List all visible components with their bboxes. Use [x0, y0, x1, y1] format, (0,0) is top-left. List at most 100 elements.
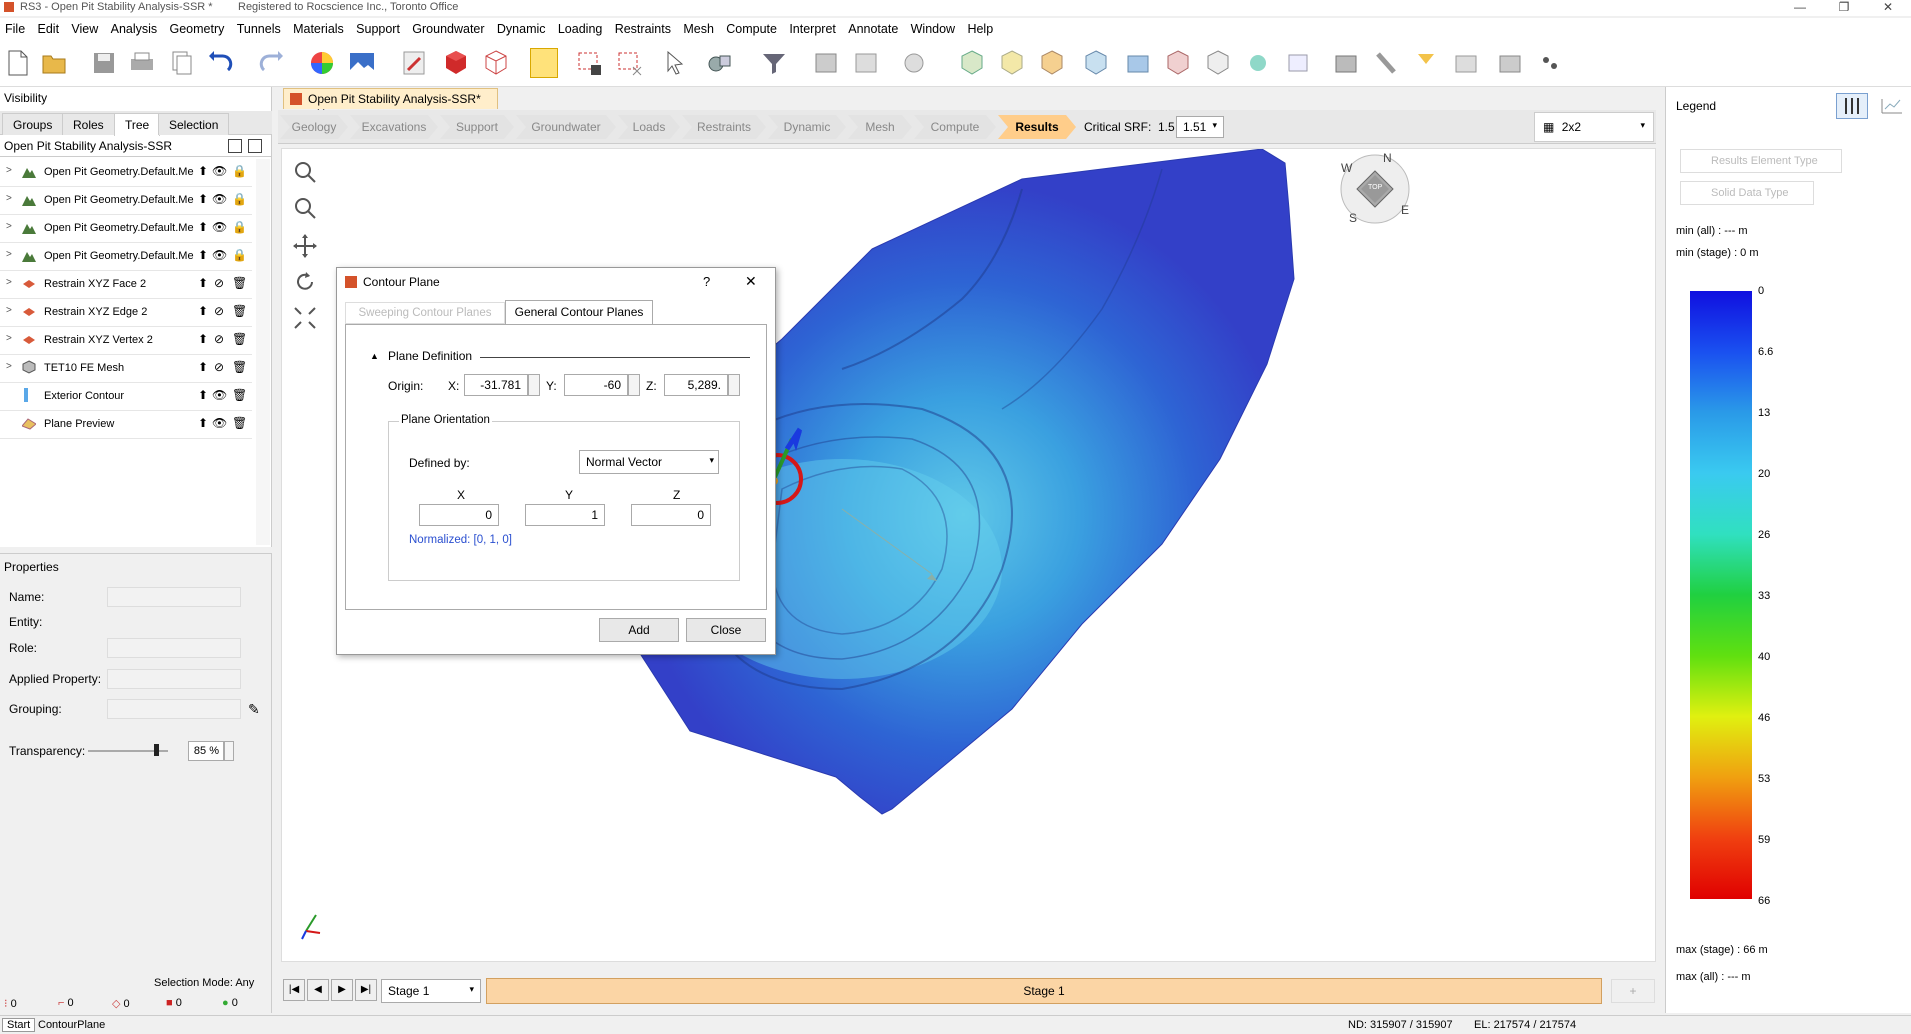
select-tool-button[interactable] [530, 48, 558, 78]
add-stage-button[interactable]: + [1611, 979, 1655, 1003]
vector-z-input[interactable]: 0 [631, 504, 711, 526]
toolbar-tool-5-icon[interactable] [1164, 48, 1192, 78]
workflow-mesh[interactable]: Mesh [848, 115, 912, 139]
menu-tunnels[interactable]: Tunnels [232, 18, 285, 36]
origin-y-spinner[interactable] [628, 374, 640, 396]
toolbar-tool-8-icon[interactable] [1284, 48, 1312, 78]
lock-icon[interactable]: 🔒 [232, 164, 247, 180]
eye-hidden-icon[interactable]: ⊘ [212, 276, 226, 292]
transparency-slider[interactable] [88, 744, 168, 756]
open-folder-icon[interactable] [40, 48, 68, 78]
first-stage-button[interactable]: |◀ [283, 979, 305, 1001]
toolbar-tool-14-icon[interactable] [1536, 48, 1564, 78]
pointer-icon[interactable] [660, 48, 688, 78]
pin-icon[interactable]: ⬆ [196, 248, 210, 264]
delete-icon[interactable]: 🗑 [232, 276, 247, 292]
role-select[interactable] [107, 638, 241, 658]
expand-arrow-icon[interactable]: > [6, 193, 12, 204]
workflow-excavations[interactable]: Excavations [350, 115, 438, 139]
cube-view-3-icon[interactable] [1038, 48, 1066, 78]
menu-mesh[interactable]: Mesh [678, 18, 718, 36]
cube-view-2-icon[interactable] [998, 48, 1026, 78]
tree-item[interactable]: > Open Pit Geometry.Default.Mesh ⬆ 👁 🔒 [0, 159, 252, 187]
menu-window[interactable]: Window [906, 18, 959, 36]
collapse-all-icon[interactable] [248, 139, 262, 153]
workflow-compute[interactable]: Compute [914, 115, 996, 139]
pin-icon[interactable]: ⬆ [196, 388, 210, 404]
color-wheel-icon[interactable] [308, 48, 336, 78]
menu-help[interactable]: Help [962, 18, 997, 36]
critical-srf-select[interactable]: 1.51 ▾ [1176, 116, 1224, 138]
save-icon[interactable] [90, 48, 118, 78]
lock-icon[interactable]: 🔒 [232, 220, 247, 236]
transparency-spinner[interactable] [224, 741, 234, 761]
expand-arrow-icon[interactable]: > [6, 277, 12, 288]
shapes-icon[interactable] [706, 48, 734, 78]
legend-settings-button[interactable] [1836, 93, 1868, 119]
expand-arrow-icon[interactable]: > [6, 333, 12, 344]
last-stage-button[interactable]: ▶| [355, 979, 377, 1001]
eye-icon[interactable]: 👁 [212, 220, 227, 236]
results-element-type-select[interactable]: Results Element Type [1680, 149, 1842, 173]
stage-bar[interactable]: Stage 1 [486, 978, 1602, 1004]
edit-pen-icon[interactable] [400, 48, 428, 78]
expand-all-icon[interactable] [228, 139, 242, 153]
prev-stage-button[interactable]: ◀ [307, 979, 329, 1001]
tree-item[interactable]: Plane Preview ⬆ 👁 🗑 [0, 411, 252, 439]
select-lock-icon[interactable] [576, 48, 604, 78]
tab-groups[interactable]: Groups [2, 113, 64, 135]
toolbar-tool-1-icon[interactable] [812, 48, 840, 78]
menu-materials[interactable]: Materials [288, 18, 348, 36]
toolbar-tool-2-icon[interactable] [852, 48, 880, 78]
dialog-help-button[interactable]: ? [703, 274, 710, 289]
lock-icon[interactable]: 🔒 [232, 192, 247, 208]
legend-chart-button[interactable] [1876, 93, 1908, 119]
cube-view-1-icon[interactable] [958, 48, 986, 78]
expand-arrow-icon[interactable]: > [6, 221, 12, 232]
document-tab[interactable]: Open Pit Stability Analysis-SSR* ✕ [283, 88, 498, 120]
maximize-button[interactable]: ❐ [1824, 0, 1864, 16]
transparency-input[interactable]: 85 % [188, 741, 224, 761]
add-button[interactable]: Add [599, 618, 679, 642]
tab-general-contour-planes[interactable]: General Contour Planes [505, 300, 653, 325]
pin-icon[interactable]: ⬆ [196, 164, 210, 180]
close-window-button[interactable]: ✕ [1868, 0, 1908, 16]
toolbar-tool-3-icon[interactable] [900, 48, 928, 78]
eye-hidden-icon[interactable]: ⊘ [212, 332, 226, 348]
origin-x-spinner[interactable] [528, 374, 540, 396]
delete-icon[interactable]: 🗑 [232, 388, 247, 404]
vector-x-input[interactable]: 0 [419, 504, 499, 526]
dialog-close-icon[interactable]: ✕ [745, 273, 757, 290]
menu-view[interactable]: View [66, 18, 102, 36]
workflow-restraints[interactable]: Restraints [682, 115, 766, 139]
stage-select[interactable]: Stage 1 ▾ [381, 979, 481, 1003]
tree-item[interactable]: > Open Pit Geometry.Default.Mesh ⬆ 👁 🔒 [0, 187, 252, 215]
toolbar-tool-13-icon[interactable] [1496, 48, 1524, 78]
wireframe-cube-icon[interactable] [482, 48, 510, 78]
workflow-groundwater[interactable]: Groundwater [516, 115, 616, 139]
origin-x-input[interactable]: -31.781 [464, 374, 528, 396]
new-file-icon[interactable] [4, 48, 32, 78]
eye-icon[interactable]: 👁 [212, 164, 227, 180]
tree-item[interactable]: > Open Pit Geometry.Default.Mesh ⬆ 👁 🔒 [0, 215, 252, 243]
tree-item[interactable]: > Open Pit Geometry.Default.Mesh ⬆ 👁 🔒 [0, 243, 252, 271]
toolbar-tool-4-icon[interactable] [1124, 48, 1152, 78]
workflow-results[interactable]: Results [998, 115, 1076, 139]
toolbar-tool-7-icon[interactable] [1244, 48, 1272, 78]
vector-y-input[interactable]: 1 [525, 504, 605, 526]
grouping-select[interactable] [107, 699, 241, 719]
delete-icon[interactable]: 🗑 [232, 332, 247, 348]
menu-annotate[interactable]: Annotate [843, 18, 902, 36]
name-field[interactable] [107, 587, 241, 607]
tab-sweeping-contour-planes[interactable]: Sweeping Contour Planes [345, 302, 505, 324]
pin-icon[interactable]: ⬆ [196, 276, 210, 292]
pin-icon[interactable]: ⬆ [196, 360, 210, 376]
delete-icon[interactable]: 🗑 [232, 304, 247, 320]
expand-arrow-icon[interactable]: > [6, 305, 12, 316]
copy-icon[interactable] [168, 48, 196, 78]
toolbar-tool-10-icon[interactable] [1372, 48, 1400, 78]
menu-edit[interactable]: Edit [33, 18, 64, 36]
transparency-slider-thumb[interactable] [154, 744, 159, 756]
tree-item[interactable]: > TET10 FE Mesh ⬆ ⊘ 🗑 [0, 355, 252, 383]
workflow-support[interactable]: Support [440, 115, 514, 139]
